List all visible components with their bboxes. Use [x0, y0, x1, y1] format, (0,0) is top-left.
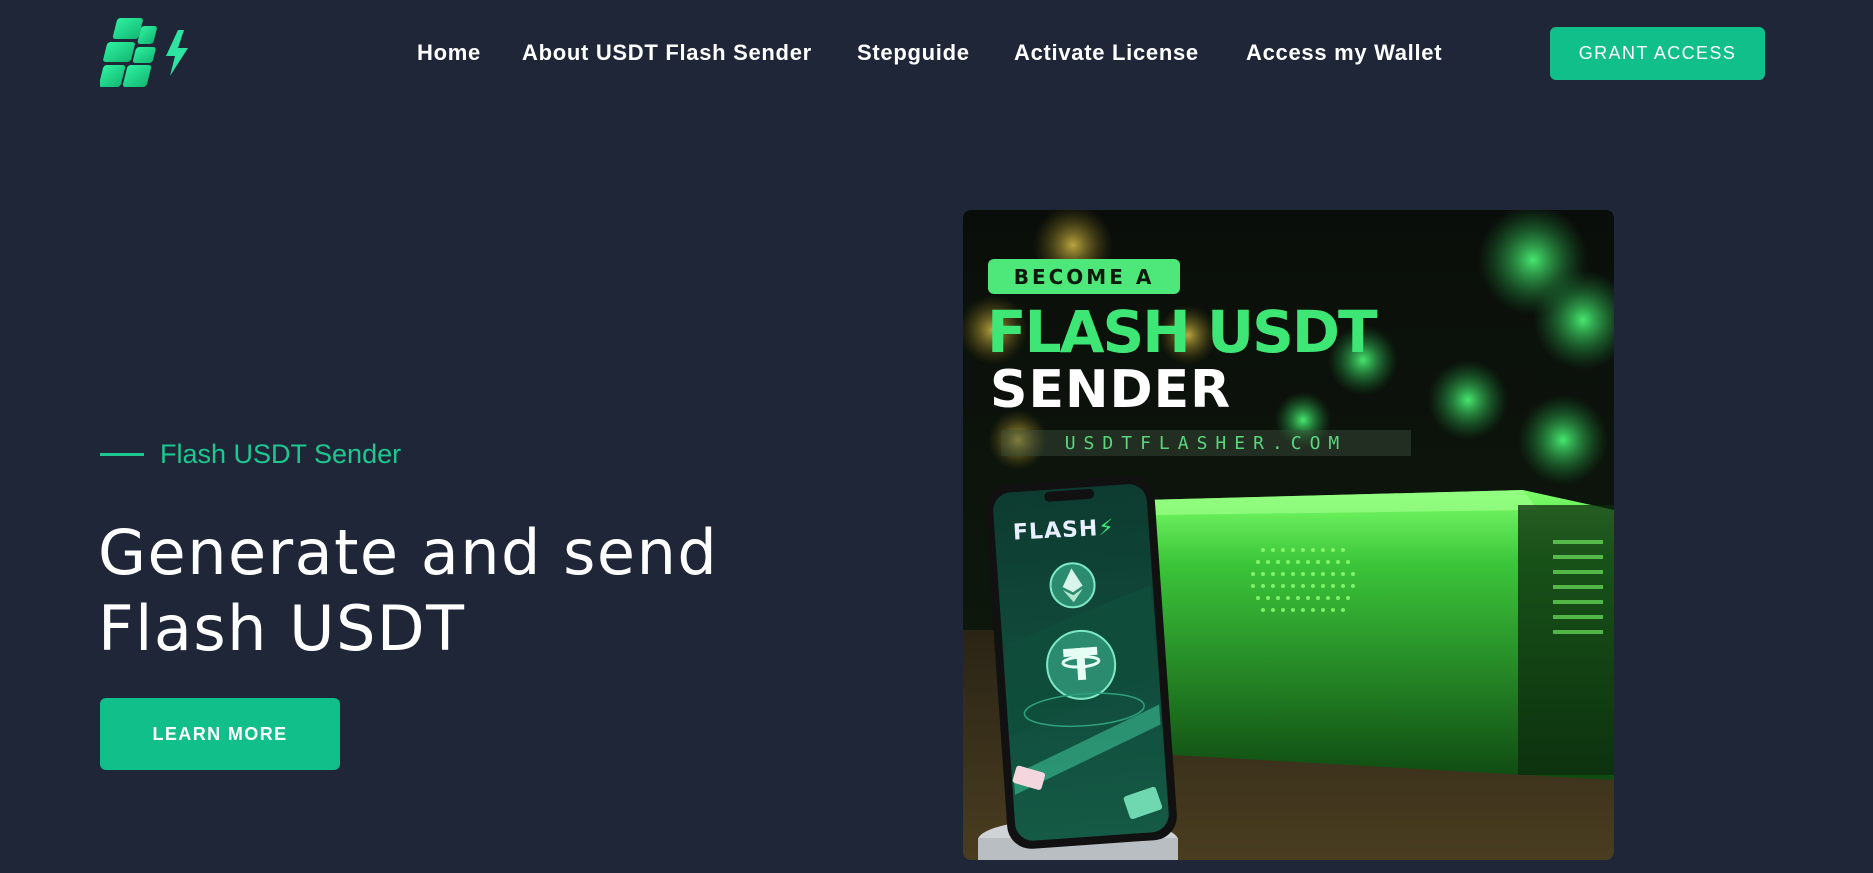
nav-activate-license-link[interactable]: Activate License [1014, 40, 1199, 66]
nav-about-link[interactable]: About USDT Flash Sender [522, 40, 812, 66]
phone-brand-text: FLASH⚡ [1012, 515, 1115, 545]
nav-home-link[interactable]: Home [417, 40, 481, 66]
promo-url: USDTFLASHER.COM [1001, 430, 1411, 456]
learn-more-button[interactable]: LEARN MORE [100, 698, 340, 770]
hero-title-line1: Generate and send [98, 516, 719, 589]
promo-title-line2: SENDER [990, 360, 1232, 420]
eyebrow-text: Flash USDT Sender [160, 438, 402, 469]
nav-stepguide-link[interactable]: Stepguide [857, 40, 970, 66]
hero-title: Generate and send Flash USDT [98, 515, 718, 667]
promo-title-line1: FLASH USDT [987, 298, 1378, 366]
phone-brand-word: FLASH [1012, 516, 1099, 546]
hero-title-line2: Flash USDT [98, 592, 466, 665]
nav-access-wallet-link[interactable]: Access my Wallet [1246, 40, 1442, 66]
eyebrow-divider [100, 452, 144, 456]
promo-badge: BECOME A [988, 259, 1180, 294]
promo-image: BECOME A FLASH USDT SENDER USDTFLASHER.C… [963, 210, 1614, 860]
bolt-icon: ⚡ [1097, 515, 1116, 542]
hero-eyebrow: Flash USDT Sender [100, 437, 401, 471]
grant-access-button[interactable]: GRANT ACCESS [1550, 27, 1765, 80]
